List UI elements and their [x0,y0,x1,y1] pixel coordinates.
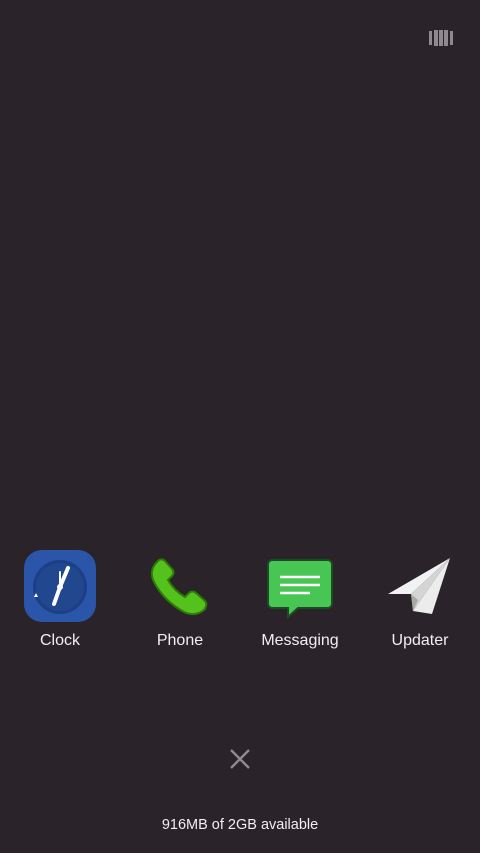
recent-app-messaging[interactable]: Messaging [240,548,360,658]
app-label: Clock [39,632,80,649]
clock-icon [24,550,96,622]
phone-icon [150,558,208,616]
memory-status: 916MB of 2GB available [161,817,319,833]
message-icon [267,559,333,620]
layout-toggle-button[interactable] [429,30,453,46]
app-label: Updater [391,632,449,649]
clear-all-button[interactable] [226,745,254,773]
app-label: Phone [156,632,204,649]
recent-app-phone[interactable]: Phone [120,548,240,658]
close-icon [230,749,250,769]
paper-plane-icon [388,558,450,614]
app-label: Messaging [261,632,339,649]
layout-toggle-icon [429,30,453,46]
recent-app-updater[interactable]: Updater [360,548,480,658]
recent-app-clock[interactable]: Clock [0,548,120,658]
recent-apps-row: Clock Phone Messaging Updater [0,548,480,658]
